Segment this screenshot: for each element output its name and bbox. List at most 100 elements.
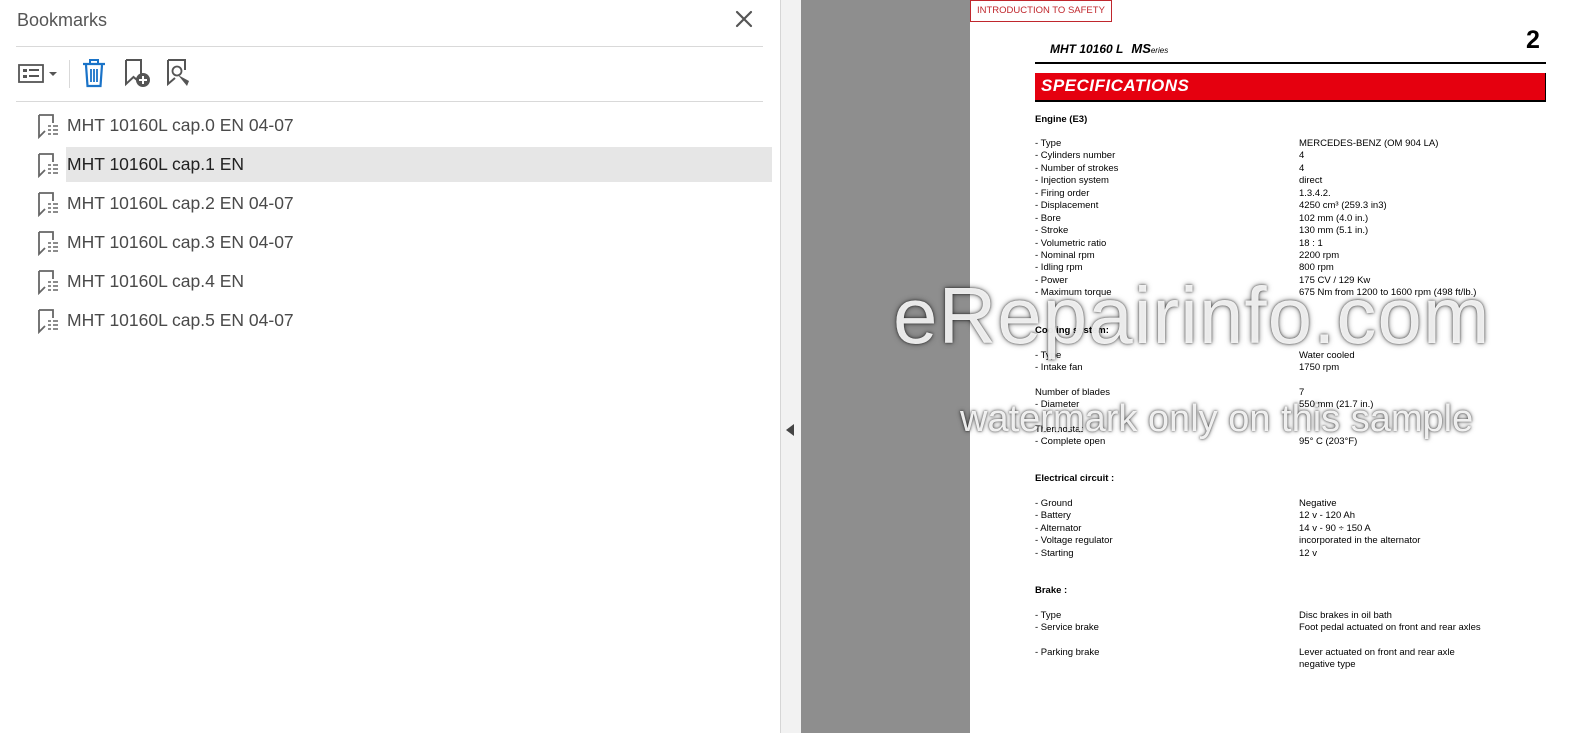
- bookmark-item[interactable]: MHT 10160L cap.4 EN: [30, 264, 772, 299]
- spec-value: 675 Nm from 1200 to 1600 rpm (498 ft/lb.…: [1299, 287, 1477, 298]
- spec-row: - Service brake Foot pedal actuated on fr…: [1035, 622, 1555, 634]
- brake-heading: Brake :: [1035, 585, 1068, 596]
- spec-value: direct: [1299, 175, 1323, 186]
- spec-value: 12 v - 120 Ah: [1299, 510, 1355, 521]
- spec-row: - Idling rpm 800 rpm: [1035, 262, 1555, 274]
- spec-key: - Injection system: [1035, 175, 1109, 186]
- bookmark-label: MHT 10160L cap.3 EN 04-07: [67, 232, 294, 252]
- spec-row: - Cylinders number 4: [1035, 150, 1555, 162]
- spec-value: 7: [1299, 387, 1305, 398]
- bookmark-item[interactable]: MHT 10160L cap.1 EN: [30, 147, 772, 182]
- spec-value: Foot pedal actuated on front and rear ax…: [1299, 622, 1481, 633]
- spec-key: - Service brake: [1035, 622, 1099, 633]
- spec-key: - Maximum torque: [1035, 287, 1112, 298]
- spec-key: - Ground: [1035, 498, 1073, 509]
- trash-icon: [83, 59, 105, 88]
- spec-row: - Parking brake Lever actuated on front a…: [1035, 647, 1555, 659]
- spec-key: - Nominal rpm: [1035, 250, 1095, 261]
- spec-value: 4: [1299, 150, 1305, 161]
- spec-key: - Type: [1035, 610, 1062, 621]
- spec-key: - Complete open: [1035, 436, 1106, 447]
- bookmark-item[interactable]: MHT 10160L cap.2 EN 04-07: [30, 186, 772, 221]
- spec-value: 175 CV / 129 Kw: [1299, 275, 1371, 286]
- spec-row: - Ground Negative: [1035, 498, 1555, 510]
- close-icon[interactable]: [733, 8, 755, 30]
- series-prefix: MS: [1131, 41, 1151, 56]
- bookmark-item[interactable]: MHT 10160L cap.3 EN 04-07: [30, 225, 772, 260]
- spec-key: - Starting: [1035, 548, 1074, 559]
- spec-value: Water cooled: [1299, 350, 1355, 361]
- bookmark-label: MHT 10160L cap.4 EN: [67, 271, 245, 291]
- bookmark-item[interactable]: MHT 10160L cap.5 EN 04-07: [30, 303, 772, 338]
- spec-key: - Diameter: [1035, 399, 1080, 410]
- spec-key: - Alternator: [1035, 523, 1082, 534]
- electrical-heading: Electrical circuit :: [1035, 473, 1115, 484]
- spec-key: - Type: [1035, 350, 1062, 361]
- spec-row: - Firing order 1.3.4.2.: [1035, 188, 1555, 200]
- spec-value: Disc brakes in oil bath: [1299, 610, 1392, 621]
- spec-key: - Displacement: [1035, 200, 1099, 211]
- cooling-heading: Cooling system:: [1035, 325, 1109, 336]
- chevron-left-icon: [786, 424, 794, 436]
- divider: [16, 101, 763, 102]
- spec-row: Thermostat: [1035, 424, 1555, 436]
- series-suffix: eries: [1150, 46, 1169, 55]
- spec-value: MERCEDES-BENZ (OM 904 LA): [1299, 138, 1439, 149]
- spec-value: 102 mm (4.0 in.): [1299, 213, 1369, 224]
- spec-row: - Alternator 14 v - 90 ÷ 150 A: [1035, 523, 1555, 535]
- options-menu-button[interactable]: [16, 56, 60, 90]
- bookmark-label: MHT 10160L cap.2 EN 04-07: [67, 193, 294, 213]
- delete-bookmark-button[interactable]: [78, 56, 110, 90]
- spec-value: negative type: [1299, 659, 1356, 670]
- bookmark-item[interactable]: MHT 10160L cap.0 EN 04-07: [30, 108, 772, 143]
- spec-row: - Battery 12 v - 120 Ah: [1035, 510, 1555, 522]
- spec-value: Negative: [1299, 498, 1337, 509]
- spec-row: - Volumetric ratio 18 : 1: [1035, 238, 1555, 250]
- spec-key: - Number of strokes: [1035, 163, 1119, 174]
- new-bookmark-button[interactable]: [120, 56, 154, 90]
- bookmark-properties-button[interactable]: [162, 56, 196, 90]
- spec-key: - Voltage regulator: [1035, 535, 1113, 546]
- header-rule: [1035, 62, 1546, 64]
- spec-value: 12 v: [1299, 548, 1317, 559]
- bookmark-label: MHT 10160L cap.0 EN 04-07: [67, 115, 294, 135]
- panel-title: Bookmarks: [17, 10, 108, 30]
- spec-key: - Idling rpm: [1035, 262, 1083, 273]
- spec-value: 2200 rpm: [1299, 250, 1340, 261]
- spec-value: Lever actuated on front and rear axle: [1299, 647, 1455, 658]
- spec-value: 18 : 1: [1299, 238, 1323, 249]
- bookmark-icon: [36, 308, 60, 334]
- spec-row: - Bore 102 mm (4.0 in.): [1035, 213, 1555, 225]
- spec-key: - Bore: [1035, 213, 1061, 224]
- spec-row: - Displacement 4250 cm³ (259.3 in3): [1035, 200, 1555, 212]
- spec-value: 4: [1299, 163, 1305, 174]
- spec-key: - Volumetric ratio: [1035, 238, 1107, 249]
- bookmark-icon: [36, 269, 60, 295]
- collapse-panel-button[interactable]: [781, 0, 801, 733]
- spec-key: Thermostat: [1035, 424, 1084, 435]
- spec-row: - Nominal rpm 2200 rpm: [1035, 250, 1555, 262]
- pdf-page: INTRODUCTION TO SAFETY MHT 10160 L MSerie…: [970, 0, 1575, 733]
- spec-value: 14 v - 90 ÷ 150 A: [1299, 523, 1371, 534]
- spec-value: 95° C (203°F): [1299, 436, 1358, 447]
- spec-key: - Type: [1035, 138, 1062, 149]
- engine-heading: Engine (E3): [1035, 114, 1088, 125]
- spec-row: - Injection system direct: [1035, 175, 1555, 187]
- spec-row: - Power 175 CV / 129 Kw: [1035, 275, 1555, 287]
- spec-key: - Cylinders number: [1035, 150, 1116, 161]
- banner-text: SPECIFICATIONS: [1041, 76, 1190, 95]
- spec-value: incorporated in the alternator: [1299, 535, 1421, 546]
- spec-key: Number of blades: [1035, 387, 1110, 398]
- spec-key: - Parking brake: [1035, 647, 1100, 658]
- spec-row: - Maximum torque 675 Nm from 1200 to 1600…: [1035, 287, 1555, 299]
- add-bookmark-icon: [125, 59, 150, 87]
- spec-value: 1.3.4.2.: [1299, 188, 1331, 199]
- spec-row: - Voltage regulator incorporated in the a…: [1035, 535, 1555, 547]
- bookmark-search-icon: [167, 59, 189, 87]
- document-view[interactable]: INTRODUCTION TO SAFETY MHT 10160 L MSerie…: [801, 0, 1575, 733]
- bookmark-label: MHT 10160L cap.5 EN 04-07: [67, 310, 294, 330]
- model-title: MHT 10160 L MSeries: [1050, 41, 1168, 56]
- spec-value: 1750 rpm: [1299, 362, 1340, 373]
- bookmark-label: MHT 10160L cap.1 EN: [67, 154, 245, 174]
- spec-key: - Intake fan: [1035, 362, 1083, 373]
